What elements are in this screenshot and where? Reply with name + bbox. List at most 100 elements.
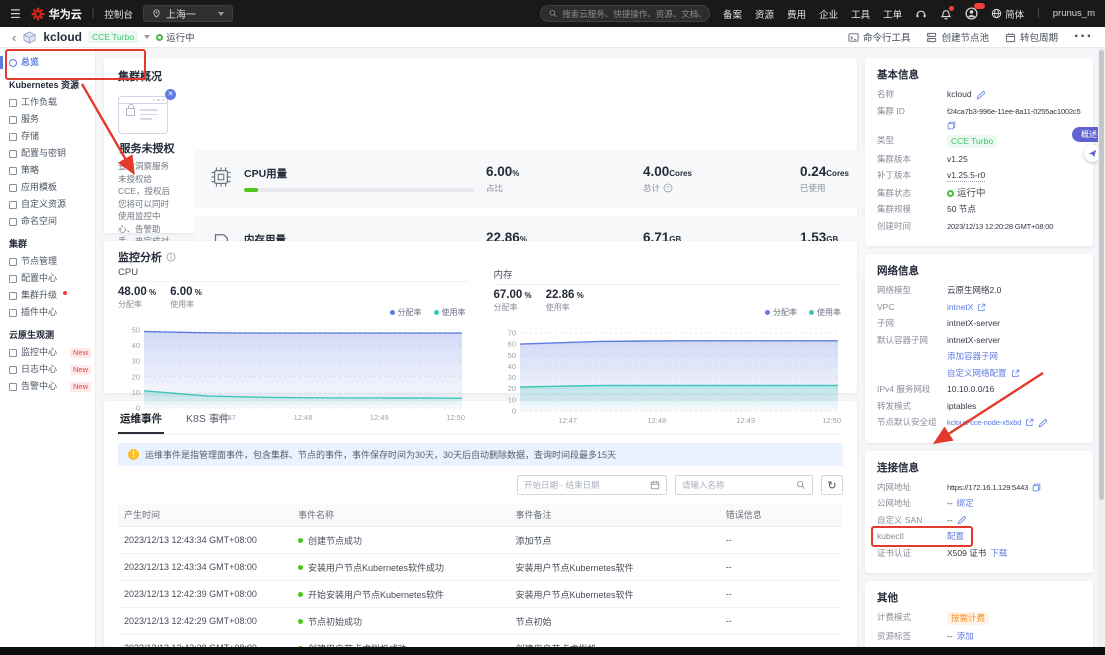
sidebar-item-节点管理[interactable]: 节点管理: [0, 253, 95, 270]
sidebar-item-告警中心[interactable]: 告警中心 New: [0, 378, 95, 395]
panel-connection-info: 连接信息 内网地址 https://172.16.1.129:5443 公网地址 -- 绑…: [865, 450, 1093, 573]
edit-icon[interactable]: [976, 90, 986, 100]
chart-stat-label: 使用率: [545, 303, 570, 312]
action-billing-cycle[interactable]: 转包周期: [1005, 30, 1058, 44]
sidebar-item-插件中心[interactable]: 插件中心: [0, 304, 95, 321]
notifications-bell-icon[interactable]: [940, 5, 955, 20]
sidebar-item-存储[interactable]: 存储: [0, 128, 95, 145]
value-link-kcloud-cce-node-x5xbd[interactable]: kcloud-cce-node-x5xbd: [947, 417, 1022, 428]
value-text: v1.25: [947, 153, 968, 164]
orange-badge: 按需计费: [947, 612, 990, 625]
more-actions-button[interactable]: ···: [1074, 28, 1093, 46]
sidebar-item-集群升级[interactable]: 集群升级: [0, 287, 95, 304]
language-selector[interactable]: 简体: [991, 7, 1024, 21]
event-time: 2023/12/13 12:42:28 GMT+08:00: [118, 634, 292, 647]
edit-icon[interactable]: [957, 515, 967, 525]
cluster-icon: [23, 30, 36, 44]
copy-icon[interactable]: [1032, 483, 1041, 492]
value-link-添加[interactable]: 添加: [957, 631, 974, 642]
edit-icon[interactable]: [1038, 418, 1048, 428]
external-link-icon[interactable]: [977, 303, 986, 312]
topnav-item-4[interactable]: 企业: [819, 7, 838, 21]
panel-basic-info: 基本信息 名称 kcloud 集群 ID f24ca7b3-996e-11ee-8a11…: [865, 58, 1093, 246]
value-link-添加容器子网[interactable]: 添加容器子网: [947, 351, 998, 362]
legend-item-使用率[interactable]: 使用率: [433, 307, 466, 318]
sidebar-item-label: 集群升级: [21, 290, 58, 300]
search-icon[interactable]: [796, 480, 806, 490]
support-icon[interactable]: [915, 8, 927, 20]
top-navigation-bar: ☰ 华为云 | 控制台 上海一 搜索云服务、快捷操作、资源、文档、API 备案 …: [0, 0, 1105, 27]
external-icon[interactable]: [977, 303, 986, 312]
user-avatar-icon[interactable]: [965, 3, 986, 20]
cluster-actions: 命令行工具 创建节点池 转包周期 ···: [848, 28, 1093, 46]
calendar-icon[interactable]: [650, 480, 660, 490]
sidebar-item-icon: [9, 149, 17, 158]
hamburger-menu-icon[interactable]: ☰: [10, 7, 21, 21]
sidebar-item-服务[interactable]: 服务: [0, 111, 95, 128]
action-create-node-pool[interactable]: 创建节点池: [926, 30, 989, 44]
topnav-item-5[interactable]: 工具: [851, 7, 870, 21]
date-range-filter[interactable]: [517, 475, 667, 495]
event-time: 2023/12/13 12:43:34 GMT+08:00: [118, 526, 292, 554]
new-badge: New: [69, 347, 91, 358]
external-link-icon[interactable]: [1025, 418, 1034, 427]
value-link-下载[interactable]: 下载: [990, 548, 1007, 559]
edit-icon[interactable]: [976, 90, 986, 100]
info-value: https://172.16.1.129:5443: [947, 482, 1081, 493]
sidebar-item-策略[interactable]: 策略: [0, 162, 95, 179]
external-icon[interactable]: [1025, 418, 1034, 427]
sidebar-item-总览[interactable]: 总览: [0, 49, 146, 80]
topnav-item-6[interactable]: 工单: [883, 7, 902, 21]
action-cli-tools[interactable]: 命令行工具: [848, 30, 910, 44]
edit-icon[interactable]: [1038, 418, 1048, 428]
event-error: --: [719, 607, 843, 635]
name-filter-input[interactable]: [682, 480, 785, 490]
topnav-item-1[interactable]: 备案: [723, 7, 742, 21]
edit-icon[interactable]: [957, 515, 967, 525]
chart-plot: 0 10 20 30 40 50 12:46 12:47 12:48 12:49 12:50: [132, 326, 465, 423]
info-value: 云原生网络2.0: [947, 285, 1081, 296]
sidebar-item-工作负载[interactable]: 工作负载: [0, 94, 95, 111]
topnav-item-3[interactable]: 费用: [787, 7, 806, 21]
chart-legend: 分配率 使用率: [765, 307, 841, 318]
username[interactable]: prunus_m: [1053, 8, 1095, 19]
value-text: 10.10.0.0/16: [947, 384, 995, 394]
external-icon[interactable]: [1011, 369, 1020, 378]
topnav-item-2[interactable]: 资源: [755, 7, 774, 21]
value-link-intnetX[interactable]: intnetX: [947, 302, 973, 313]
global-search[interactable]: [540, 5, 711, 22]
copy-icon[interactable]: [1032, 483, 1041, 492]
legend-item-使用率[interactable]: 使用率: [809, 307, 841, 318]
legend-item-分配率[interactable]: 分配率: [765, 307, 797, 318]
console-link[interactable]: 控制台: [104, 7, 133, 21]
date-range-input[interactable]: [524, 480, 639, 490]
back-button[interactable]: ‹: [12, 31, 16, 44]
sidebar-item-配置中心[interactable]: 配置中心: [0, 270, 95, 287]
event-name: 节点初始成功: [292, 607, 510, 635]
sidebar-item-配置与密钥[interactable]: 配置与密钥: [0, 145, 95, 162]
name-filter[interactable]: [675, 475, 813, 495]
sidebar-item-监控中心[interactable]: 监控中心 New: [0, 344, 95, 361]
region-selector[interactable]: 上海一: [142, 5, 233, 22]
scrollbar-thumb[interactable]: [1099, 50, 1104, 500]
huawei-cloud-logo[interactable]: 华为云: [31, 6, 82, 22]
external-link-icon[interactable]: [1011, 369, 1020, 378]
value-text: v1.25.5-r0: [947, 170, 986, 182]
svg-text:12:48: 12:48: [294, 413, 313, 422]
notice-text: 运维事件是指管理面事件，包含集群、节点的事件，事件保存时间为30天，30天后自动…: [145, 450, 617, 460]
sidebar-item-命名空间[interactable]: 命名空间: [0, 213, 95, 230]
cluster-switch-caret[interactable]: [144, 35, 151, 39]
sidebar-item-应用模板[interactable]: 应用模板: [0, 179, 95, 196]
info-row-类型: 类型 CCE Turbo: [877, 135, 1081, 148]
search-input[interactable]: [562, 8, 702, 19]
copy-icon[interactable]: [947, 121, 956, 130]
value-link-自定义网络配置[interactable]: 自定义网络配置: [947, 368, 1007, 379]
value-link-绑定[interactable]: 绑定: [957, 498, 974, 509]
sidebar-item-日志中心[interactable]: 日志中心 New: [0, 361, 95, 378]
refresh-button[interactable]: ↻: [821, 475, 843, 495]
info-value: 2023/12/13 12:20:28 GMT+08:00: [947, 221, 1081, 232]
copy-icon[interactable]: [947, 121, 956, 130]
legend-item-分配率[interactable]: 分配率: [389, 307, 422, 318]
sidebar-item-自定义资源[interactable]: 自定义资源: [0, 196, 95, 213]
value-link-配置[interactable]: 配置: [947, 531, 964, 542]
